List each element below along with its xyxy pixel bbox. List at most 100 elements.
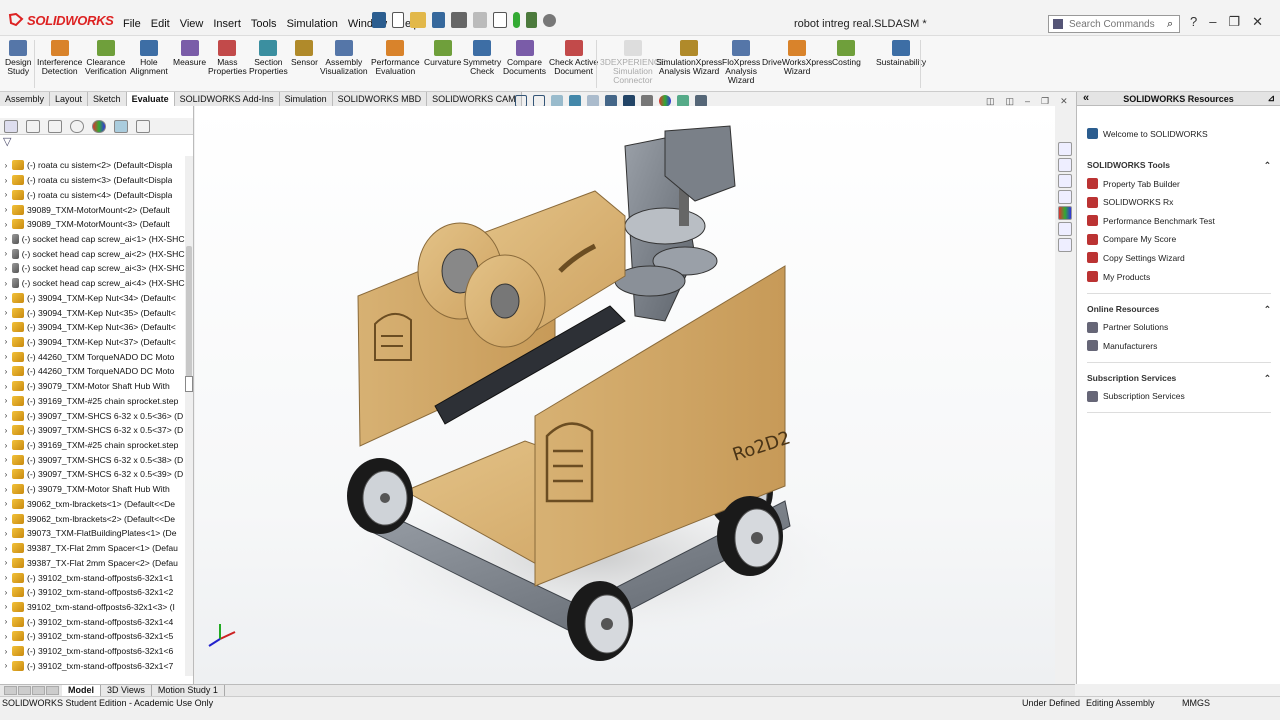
appearances-tab-icon[interactable] xyxy=(1058,206,1072,220)
tree-item[interactable]: › (-) roata cu sistem<2> (Default<Displa xyxy=(0,158,186,173)
ribbon-symmetry-check-button[interactable]: Symmetry Check xyxy=(463,40,501,76)
tree-item[interactable]: › (-) socket head cap screw_ai<1> (HX-SHC… xyxy=(0,232,186,247)
collapse-caret-icon[interactable]: ⌃ xyxy=(1264,160,1271,171)
tab-model[interactable]: Model xyxy=(62,685,101,696)
expand-arrow-icon[interactable]: › xyxy=(0,176,12,185)
resource-link-compare-my-score[interactable]: Compare My Score xyxy=(1087,233,1176,245)
rebuild-icon[interactable] xyxy=(513,12,520,28)
tree-item[interactable]: › (-) socket head cap screw_ai<3> (HX-SHC… xyxy=(0,261,186,276)
expand-arrow-icon[interactable]: › xyxy=(0,337,12,346)
search-scope-icon[interactable] xyxy=(1053,19,1063,29)
section-online-resources[interactable]: Online Resources ⌃ xyxy=(1087,304,1271,315)
tab-evaluate[interactable]: Evaluate xyxy=(126,92,175,106)
expand-arrow-icon[interactable]: › xyxy=(0,220,12,229)
expand-arrow-icon[interactable]: › xyxy=(0,602,12,611)
tree-item[interactable]: › (-) 39097_TXM-SHCS 6-32 x 0.5<37> (D xyxy=(0,423,186,438)
tree-item[interactable]: › (-) 39097_TXM-SHCS 6-32 x 0.5<36> (D xyxy=(0,408,186,423)
expand-arrow-icon[interactable]: › xyxy=(0,514,12,523)
expand-arrow-icon[interactable]: › xyxy=(0,190,12,199)
dimxpert-tab-icon[interactable] xyxy=(70,119,84,133)
ribbon-sustainability-button[interactable]: Sustainability xyxy=(876,40,926,67)
welcome-link[interactable]: Welcome to SOLIDWORKS xyxy=(1087,128,1208,139)
tree-item[interactable]: › (-) roata cu sistem<3> (Default<Displa xyxy=(0,173,186,188)
tree-item[interactable]: › 39102_txm-stand-offposts6-32x1<3> (I xyxy=(0,600,186,615)
tree-item[interactable]: › 39387_TX-Flat 2mm Spacer<1> (Defau xyxy=(0,541,186,556)
ribbon-floxpress-analysis-wizard-button[interactable]: FloXpress Analysis Wizard xyxy=(722,40,760,85)
expand-arrow-icon[interactable]: › xyxy=(0,279,12,288)
tab-layout[interactable]: Layout xyxy=(50,92,89,106)
expand-arrow-icon[interactable]: › xyxy=(0,367,12,376)
units-selector[interactable]: MMGS xyxy=(1182,698,1210,708)
resource-link-solidworks-rx[interactable]: SOLIDWORKS Rx xyxy=(1087,196,1173,208)
expand-arrow-icon[interactable]: › xyxy=(0,573,12,582)
expand-arrow-icon[interactable]: › xyxy=(0,396,12,405)
ribbon-performance-evaluation-button[interactable]: Performance Evaluation xyxy=(371,40,420,76)
select-arrow-icon[interactable] xyxy=(493,12,507,28)
menu-view[interactable]: View xyxy=(175,14,209,34)
tree-item[interactable]: › (-) socket head cap screw_ai<2> (HX-SHC… xyxy=(0,246,186,261)
expand-arrow-icon[interactable]: › xyxy=(0,352,12,361)
ribbon-sensor-button[interactable]: Sensor xyxy=(291,40,318,67)
expand-arrow-icon[interactable]: › xyxy=(0,499,12,508)
robot-3d-model[interactable]: Ro2D2 xyxy=(195,106,1055,684)
restore-icon[interactable]: ❐ xyxy=(1228,14,1240,30)
search-input[interactable] xyxy=(1067,17,1163,31)
expand-arrow-icon[interactable]: › xyxy=(0,426,12,435)
home-icon[interactable] xyxy=(372,12,386,28)
resource-link-partner-solutions[interactable]: Partner Solutions xyxy=(1087,321,1168,333)
expand-arrow-icon[interactable]: › xyxy=(0,529,12,538)
ribbon-simulationxpress-analysis-wizard-button[interactable]: SimulationXpress Analysis Wizard xyxy=(656,40,722,76)
more-tabs-icon[interactable] xyxy=(136,119,150,133)
menu-edit[interactable]: Edit xyxy=(146,14,175,34)
tree-item[interactable]: › (-) 39102_txm-stand-offposts6-32x1<1 xyxy=(0,570,186,585)
display-manager-tab-icon[interactable] xyxy=(92,119,106,133)
menu-file[interactable]: File xyxy=(118,14,146,34)
menu-simulation[interactable]: Simulation xyxy=(282,14,343,34)
options-gear-icon[interactable] xyxy=(543,13,556,27)
solidworks-logo[interactable]: SOLIDWORKS xyxy=(8,10,114,30)
undo-icon[interactable] xyxy=(473,12,487,28)
expand-arrow-icon[interactable]: › xyxy=(0,588,12,597)
search-icon[interactable]: ⌕ xyxy=(1167,18,1173,31)
tree-item[interactable]: › (-) socket head cap screw_ai<4> (HX-SHC… xyxy=(0,276,186,291)
collapse-pane-icon[interactable]: « xyxy=(1083,92,1089,104)
cam-tab-icon[interactable] xyxy=(114,119,128,133)
tree-scroll-thumb[interactable] xyxy=(186,246,192,386)
expand-arrow-icon[interactable]: › xyxy=(0,632,12,641)
tree-item[interactable]: › (-) 39102_txm-stand-offposts6-32x1<6 xyxy=(0,644,186,659)
expand-arrow-icon[interactable]: › xyxy=(0,264,12,273)
ribbon-interference-detection-button[interactable]: Interference Detection xyxy=(37,40,82,76)
collapse-caret-icon[interactable]: ⌃ xyxy=(1264,304,1271,315)
file-properties-icon[interactable] xyxy=(526,12,537,28)
tree-item[interactable]: › (-) 44260_TXM TorqueNADO DC Moto xyxy=(0,364,186,379)
expand-arrow-icon[interactable]: › xyxy=(0,234,12,243)
tree-item[interactable]: › 39089_TXM-MotorMount<3> (Default xyxy=(0,217,186,232)
menu-tools[interactable]: Tools xyxy=(246,14,282,34)
expand-arrow-icon[interactable]: › xyxy=(0,455,12,464)
design-library-tab-icon[interactable] xyxy=(1058,158,1072,172)
tree-item[interactable]: › (-) 39094_TXM-Kep Nut<34> (Default< xyxy=(0,290,186,305)
tree-item[interactable]: › (-) 39094_TXM-Kep Nut<37> (Default< xyxy=(0,335,186,350)
expand-arrow-icon[interactable]: › xyxy=(0,441,12,450)
tab-sketch[interactable]: Sketch xyxy=(88,92,127,106)
ribbon-design-study-button[interactable]: Design Study xyxy=(5,40,31,76)
file-explorer-tab-icon[interactable] xyxy=(1058,174,1072,188)
close-icon[interactable]: ✕ xyxy=(1252,14,1263,30)
tree-collapse-handle[interactable] xyxy=(185,376,193,392)
ribbon-assembly-visualization-button[interactable]: Assembly Visualization xyxy=(320,40,368,76)
expand-arrow-icon[interactable]: › xyxy=(0,485,12,494)
tree-item[interactable]: › 39387_TX-Flat 2mm Spacer<2> (Defau xyxy=(0,555,186,570)
resource-link-copy-settings-wizard[interactable]: Copy Settings Wizard xyxy=(1087,252,1185,264)
ribbon-check-active-document-button[interactable]: Check Active Document xyxy=(549,40,598,76)
pin-icon[interactable]: ⊿ xyxy=(1267,93,1275,104)
tree-item[interactable]: › 39073_TXM-FlatBuildingPlates<1> (De xyxy=(0,526,186,541)
search-commands-box[interactable]: ⌕ xyxy=(1048,15,1180,33)
expand-arrow-icon[interactable]: › xyxy=(0,411,12,420)
tree-item[interactable]: › (-) 39079_TXM-Motor Shaft Hub With xyxy=(0,482,186,497)
open-folder-icon[interactable] xyxy=(410,12,426,28)
collapse-caret-icon[interactable]: ⌃ xyxy=(1264,373,1271,384)
expand-arrow-icon[interactable]: › xyxy=(0,558,12,567)
ribbon-compare-documents-button[interactable]: Compare Documents xyxy=(503,40,546,76)
ribbon-mass-properties-button[interactable]: Mass Properties xyxy=(208,40,247,76)
resource-link-performance-benchmark-test[interactable]: Performance Benchmark Test xyxy=(1087,215,1215,227)
